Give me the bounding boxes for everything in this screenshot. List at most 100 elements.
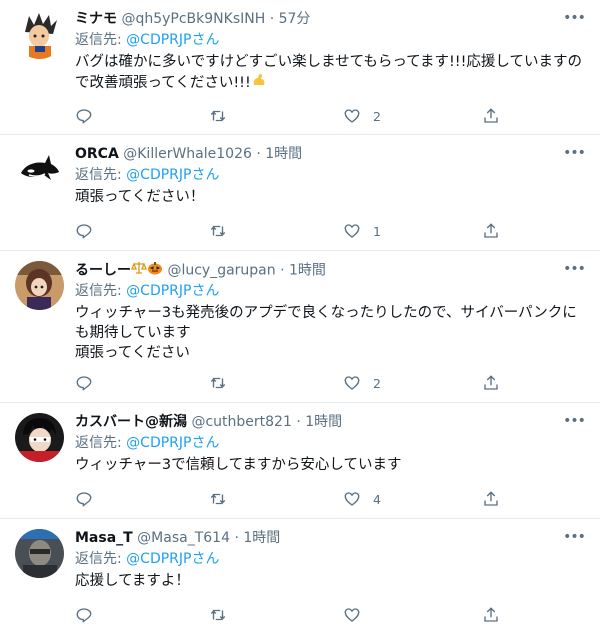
tweet-header: Masa_T @Masa_T614 · 1時間 — [75, 529, 588, 547]
retweet-button[interactable] — [209, 373, 227, 393]
reply-context: 返信先: @CDPRJPさん — [75, 30, 588, 50]
tweet-header: ORCA @KillerWhale1026 · 1時間 — [75, 145, 588, 163]
user-handle[interactable]: @qh5yPcBk9NKsINH — [121, 11, 265, 27]
reply-button[interactable] — [75, 489, 93, 509]
like-count: 4 — [373, 491, 381, 507]
tweet-header: ミナモ @qh5yPcBk9NKsINH · 57分 — [75, 10, 588, 28]
share-button[interactable] — [482, 221, 500, 241]
reply-prefix: 返信先: — [75, 435, 122, 451]
retweet-icon — [210, 377, 226, 389]
like-button[interactable]: 2 — [343, 106, 381, 126]
mention-link[interactable]: @CDPRJPさん — [126, 435, 219, 451]
figure-avatar-icon[interactable] — [15, 261, 64, 310]
tweet[interactable]: ORCA @KillerWhale1026 · 1時間 ••• 返信先: @CD… — [0, 135, 600, 251]
portrait-avatar-icon[interactable] — [15, 529, 64, 578]
reply-button[interactable] — [75, 373, 93, 393]
separator: · — [234, 530, 239, 546]
share-icon — [484, 607, 498, 622]
timestamp[interactable]: 1時間 — [289, 263, 326, 279]
reply-icon — [76, 109, 92, 124]
reply-button[interactable] — [75, 221, 93, 241]
reply-button[interactable] — [75, 605, 93, 625]
tweet-text-content: バグは確かに多いですけどすごい楽しませてもらってます!!!応援していますので改善… — [75, 54, 582, 91]
tweet[interactable]: るーしー @lucy_garupan · 1時間 ••• 返信先: @CDPRJ… — [0, 251, 600, 403]
tweet-text: ウィッチャー3で信頼してますから安心しています — [75, 457, 402, 473]
user-handle[interactable]: @Masa_T614 — [137, 530, 230, 546]
reply-icon — [76, 492, 92, 507]
like-button[interactable]: 4 — [343, 489, 381, 509]
like-button[interactable] — [343, 605, 373, 625]
heart-icon — [344, 492, 360, 506]
retweet-icon — [210, 609, 226, 621]
reply-button[interactable] — [75, 106, 93, 126]
like-count: 2 — [373, 375, 381, 391]
retweet-button[interactable] — [209, 605, 227, 625]
mention-link[interactable]: @CDPRJPさん — [126, 551, 219, 567]
display-name[interactable]: ミナモ — [75, 11, 117, 27]
user-handle[interactable]: @cuthbert821 — [191, 414, 291, 430]
more-options-icon[interactable]: ••• — [562, 8, 586, 30]
reply-context: 返信先: @CDPRJPさん — [75, 549, 588, 569]
share-icon — [484, 223, 498, 238]
display-name[interactable]: るーしー — [75, 263, 131, 279]
libra-scales-emoji-icon — [131, 261, 147, 280]
orca-avatar-icon[interactable] — [15, 145, 64, 194]
like-count: 1 — [373, 223, 381, 239]
retweet-icon — [210, 493, 226, 505]
timestamp[interactable]: 1時間 — [305, 414, 342, 430]
retweet-icon — [210, 225, 226, 237]
separator: · — [280, 262, 285, 279]
like-button[interactable]: 1 — [343, 221, 381, 241]
reply-prefix: 返信先: — [75, 551, 122, 567]
tweet-text: 頑張ってください！ — [75, 189, 205, 205]
display-name[interactable]: Masa_T — [75, 530, 133, 546]
tweet-text: バグは確かに多いですけどすごい楽しませてもらってます!!!応援していますので改善… — [75, 52, 588, 94]
retweet-button[interactable] — [209, 106, 227, 126]
user-handle[interactable]: @KillerWhale1026 — [123, 146, 252, 162]
retweet-button[interactable] — [209, 489, 227, 509]
tweet[interactable]: Masa_T @Masa_T614 · 1時間 ••• 返信先: @CDPRJP… — [0, 519, 600, 634]
more-options-icon[interactable]: ••• — [562, 411, 586, 433]
heart-icon — [344, 608, 360, 622]
flexed-biceps-emoji-icon — [251, 72, 267, 94]
separator: · — [256, 146, 261, 162]
display-name[interactable]: カスバート@新潟 — [75, 414, 187, 430]
mention-link[interactable]: @CDPRJPさん — [126, 167, 219, 183]
reply-prefix: 返信先: — [75, 32, 122, 48]
mention-link[interactable]: @CDPRJPさん — [126, 283, 219, 299]
timestamp[interactable]: 1時間 — [265, 146, 302, 162]
timestamp[interactable]: 57分 — [279, 11, 311, 27]
anime-warrior-avatar-icon[interactable] — [15, 10, 64, 59]
timestamp[interactable]: 1時間 — [243, 530, 280, 546]
retweet-button[interactable] — [209, 221, 227, 241]
jack-o-lantern-emoji-icon — [147, 261, 163, 280]
tweet[interactable]: ミナモ @qh5yPcBk9NKsINH · 57分 ••• 返信先: @CDP… — [0, 0, 600, 135]
share-button[interactable] — [482, 373, 500, 393]
heart-icon — [344, 376, 360, 390]
tweet[interactable]: カスバート@新潟 @cuthbert821 · 1時間 ••• 返信先: @CD… — [0, 403, 600, 519]
share-icon — [484, 491, 498, 506]
display-name[interactable]: ORCA — [75, 146, 119, 162]
tweet-actions — [75, 605, 500, 625]
heart-icon — [344, 224, 360, 238]
more-options-icon[interactable]: ••• — [562, 143, 586, 165]
mention-link[interactable]: @CDPRJPさん — [126, 32, 219, 48]
share-button[interactable] — [482, 489, 500, 509]
retweet-icon — [210, 110, 226, 122]
reply-icon — [76, 224, 92, 239]
user-handle[interactable]: @lucy_garupan — [167, 263, 275, 279]
share-icon — [484, 108, 498, 123]
heart-icon — [344, 109, 360, 123]
share-button[interactable] — [482, 605, 500, 625]
more-options-icon[interactable]: ••• — [562, 527, 586, 549]
tweet-text: ウィッチャー3も発売後のアプデで良くなったりしたので、サイバーパンクにも期待して… — [75, 305, 577, 361]
reply-prefix: 返信先: — [75, 167, 122, 183]
masked-hero-avatar-icon[interactable] — [15, 413, 64, 462]
more-options-icon[interactable]: ••• — [562, 259, 586, 281]
share-button[interactable] — [482, 106, 500, 126]
tweet-actions: 2 — [75, 373, 500, 393]
tweet-header: るーしー @lucy_garupan · 1時間 — [75, 261, 588, 279]
share-icon — [484, 375, 498, 390]
like-button[interactable]: 2 — [343, 373, 381, 393]
tweet-header: カスバート@新潟 @cuthbert821 · 1時間 — [75, 413, 588, 431]
